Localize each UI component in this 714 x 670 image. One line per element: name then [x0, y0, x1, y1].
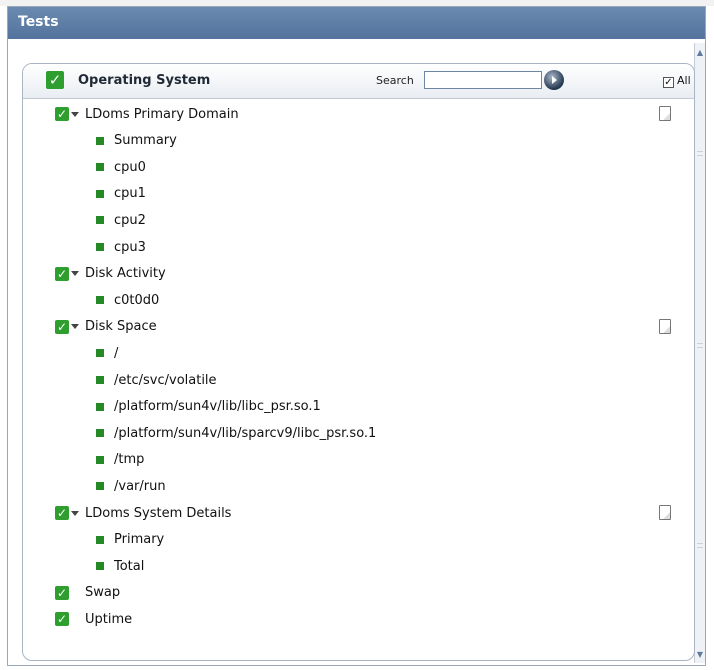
test-checkbox[interactable]: ✓ [55, 612, 69, 627]
tree-child-item[interactable]: /platform/sun4v/lib/sparcv9/libc_psr.so.… [23, 420, 694, 446]
status-square-icon [96, 562, 104, 571]
tree-item-label: /platform/sun4v/lib/libc_psr.so.1 [114, 399, 321, 415]
tree-child-item[interactable]: cpu2 [23, 207, 694, 233]
tree-item-label: Disk Activity [85, 266, 166, 282]
status-square-icon [96, 349, 104, 358]
document-icon[interactable] [659, 505, 671, 520]
search-go-icon[interactable] [544, 70, 564, 90]
status-square-icon [96, 402, 104, 411]
tree-item-label: /var/run [114, 478, 166, 494]
tree-leaf-item[interactable]: ✓ Swap [23, 580, 694, 606]
tree-item-label: Primary [114, 532, 165, 548]
tree-item-label: cpu2 [114, 212, 146, 228]
tree-item-label: Uptime [85, 611, 133, 627]
scrollbar-grip [697, 543, 703, 548]
tree-child-item[interactable]: /tmp [23, 447, 694, 473]
section-checkbox[interactable]: ✓ [46, 71, 64, 89]
tree-child-item[interactable]: cpu0 [23, 154, 694, 180]
tests-window: Tests ▲ ▼ ✓ Operating System Search ✓ All… [7, 6, 706, 666]
tree-item-label: LDoms System Details [85, 505, 232, 521]
search-input[interactable] [424, 71, 542, 89]
document-icon[interactable] [659, 106, 671, 121]
tree-group-item[interactable]: ✓ Disk Activity [23, 261, 694, 287]
tree-child-item[interactable]: /platform/sun4v/lib/libc_psr.so.1 [23, 394, 694, 420]
all-label: All [677, 74, 691, 87]
group-checkbox[interactable]: ✓ [55, 266, 69, 281]
status-square-icon [96, 243, 104, 251]
test-checkbox[interactable]: ✓ [55, 585, 69, 600]
tree-child-item[interactable]: cpu3 [23, 234, 694, 260]
status-square-icon [96, 455, 104, 464]
tree-child-item[interactable]: Summary [23, 128, 694, 154]
tree-child-item[interactable]: / [23, 340, 694, 366]
tree-child-item[interactable]: /var/run [23, 473, 694, 499]
tree-item-label: / [114, 345, 119, 361]
os-tests-panel: ✓ Operating System Search ✓ All ✓ LDoms Pr… [22, 63, 695, 661]
tree-group-item[interactable]: ✓ Disk Space [23, 314, 694, 340]
tree-leaf-item[interactable]: ✓ Uptime [23, 606, 694, 632]
select-all-toggle[interactable]: ✓ All [663, 74, 691, 88]
scrollbar-grip [697, 151, 703, 156]
status-square-icon [96, 296, 104, 305]
expand-arrow-icon[interactable] [71, 111, 79, 117]
tree-item-label: c0t0d0 [114, 292, 160, 308]
group-checkbox[interactable]: ✓ [55, 506, 69, 520]
section-title: Operating System [78, 73, 211, 88]
expand-arrow-icon[interactable] [71, 510, 79, 516]
tree-item-label: /tmp [114, 452, 145, 468]
status-square-icon [96, 376, 104, 384]
status-square-icon [96, 216, 104, 225]
tree-item-label: Total [114, 558, 145, 574]
status-square-icon [96, 163, 104, 172]
scrollbar-grip [697, 343, 703, 348]
tree-item-label: cpu3 [114, 239, 146, 255]
tree-child-item[interactable]: Primary [23, 527, 694, 553]
group-checkbox[interactable]: ✓ [55, 107, 69, 121]
status-square-icon [96, 136, 104, 145]
group-checkbox[interactable]: ✓ [55, 319, 69, 334]
all-checkbox[interactable]: ✓ [663, 77, 674, 88]
tree-item-label: /etc/svc/volatile [114, 372, 217, 388]
status-square-icon [96, 482, 104, 491]
window-title: Tests [8, 7, 705, 39]
tree-item-label: LDoms Primary Domain [85, 106, 239, 122]
tree-group-item[interactable]: ✓ LDoms System Details [23, 500, 694, 526]
tree-item-label: Disk Space [85, 319, 157, 335]
tree-child-item[interactable]: c0t0d0 [23, 287, 694, 313]
tree-item-label: cpu1 [114, 186, 146, 202]
vertical-scrollbar[interactable]: ▲ ▼ [694, 43, 705, 663]
tree-item-label: Swap [85, 585, 121, 601]
tree-group-item[interactable]: ✓ LDoms Primary Domain [23, 101, 694, 127]
tree-child-item[interactable]: Total [23, 553, 694, 579]
tree-item-label: cpu0 [114, 159, 146, 175]
tree-item-label: /platform/sun4v/lib/sparcv9/libc_psr.so.… [114, 425, 377, 441]
document-icon[interactable] [659, 318, 671, 334]
scroll-down-icon[interactable]: ▼ [696, 651, 704, 659]
tree-child-item[interactable]: cpu1 [23, 181, 694, 207]
expand-arrow-icon[interactable] [71, 271, 79, 277]
status-square-icon [96, 189, 104, 198]
tree-item-label: Summary [114, 133, 177, 149]
status-square-icon [96, 429, 104, 438]
scroll-up-icon[interactable]: ▲ [696, 49, 704, 57]
panel-header: ✓ Operating System Search ✓ All [23, 64, 694, 99]
status-square-icon [96, 535, 104, 544]
expand-arrow-icon[interactable] [71, 324, 79, 330]
search-label: Search [376, 74, 414, 87]
tree-child-item[interactable]: /etc/svc/volatile [23, 367, 694, 393]
